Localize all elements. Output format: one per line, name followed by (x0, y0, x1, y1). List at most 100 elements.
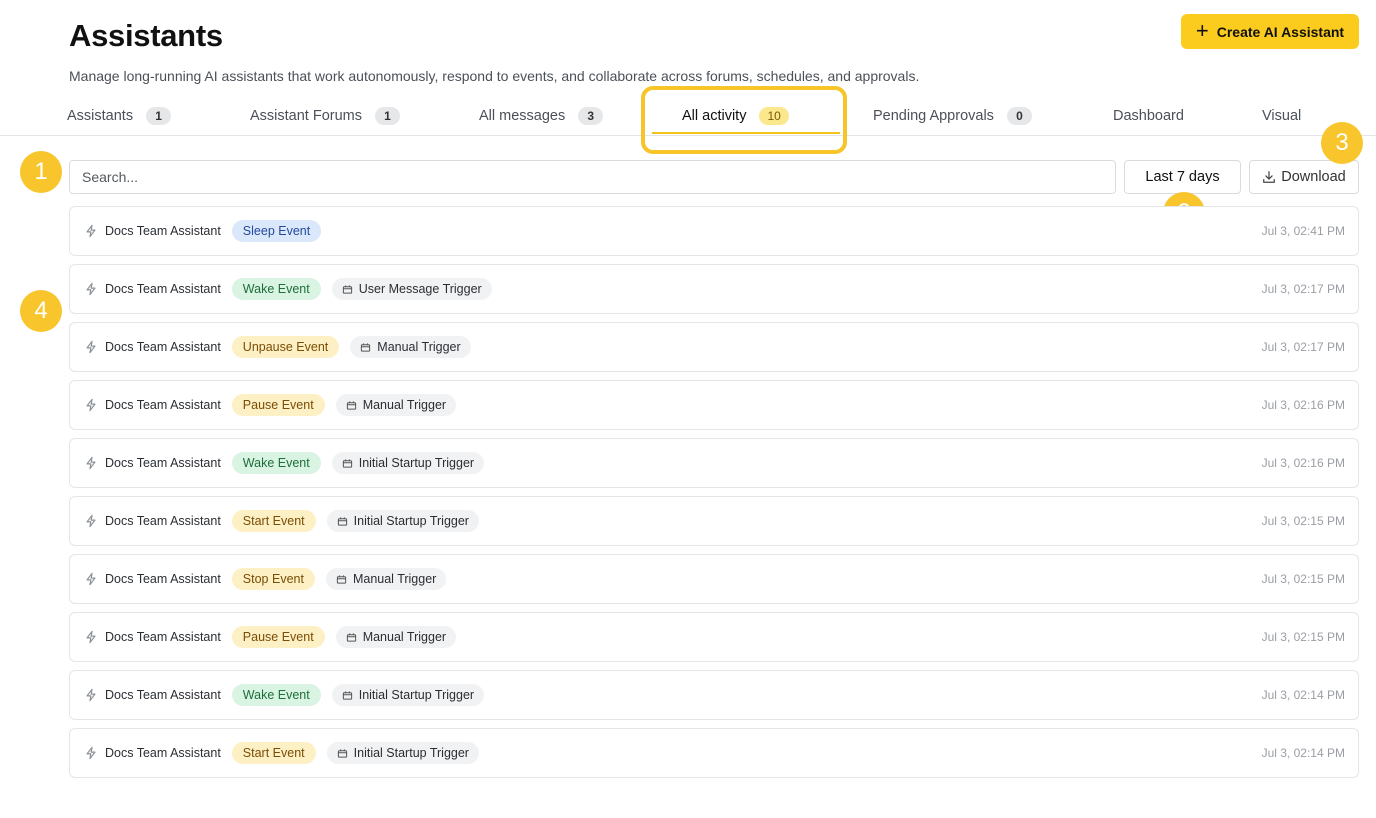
lightning-icon (84, 746, 98, 760)
tab-visual[interactable]: Visual (1262, 96, 1301, 136)
timestamp: Jul 3, 02:15 PM (1261, 630, 1345, 644)
download-button[interactable]: Download (1249, 160, 1359, 194)
tab-label: Assistants (67, 108, 134, 124)
calendar-icon (342, 690, 353, 701)
timestamp: Jul 3, 02:15 PM (1261, 514, 1345, 528)
lightning-icon (84, 398, 98, 412)
calendar-icon (342, 458, 353, 469)
event-badge: Pause Event (231, 394, 325, 416)
trigger-label: Initial Startup Trigger (353, 514, 469, 528)
timestamp: Jul 3, 02:41 PM (1261, 224, 1345, 238)
timestamp: Jul 3, 02:16 PM (1261, 398, 1345, 412)
tab-label: Assistant Forums (250, 108, 362, 124)
tab-label: Visual (1262, 108, 1302, 124)
calendar-icon (346, 400, 357, 411)
activity-row[interactable]: Docs Team Assistant Stop Event Manual Trig… (69, 554, 1359, 604)
lightning-icon (84, 224, 98, 238)
page-title: Assistants (69, 18, 223, 53)
timestamp: Jul 3, 02:17 PM (1261, 340, 1345, 354)
calendar-icon (337, 516, 348, 527)
trigger-badge: Manual Trigger (335, 394, 457, 416)
lightning-icon (84, 572, 98, 586)
download-icon (1263, 171, 1276, 183)
calendar-icon (346, 632, 357, 643)
event-badge: Wake Event (231, 278, 321, 300)
trigger-label: Manual Trigger (377, 340, 461, 354)
trigger-badge: Initial Startup Trigger (331, 684, 485, 706)
trigger-badge: Initial Startup Trigger (331, 452, 485, 474)
create-ai-assistant-button[interactable]: + Create AI Assistant (1181, 14, 1359, 49)
activity-row[interactable]: Docs Team Assistant Wake Event Initial Sta… (69, 670, 1359, 720)
event-badge: Wake Event (231, 684, 321, 706)
tab-pending-approvals[interactable]: Pending Approvals 0 (873, 96, 1032, 136)
trigger-badge: Initial Startup Trigger (326, 742, 479, 764)
trigger-badge: Manual Trigger (335, 626, 457, 648)
active-tab-highlight-box (641, 86, 847, 154)
lightning-icon (84, 514, 98, 528)
activity-row[interactable]: Docs Team Assistant Sleep Event Jul 3, 02:… (69, 206, 1359, 256)
trigger-label: User Message Trigger (358, 282, 482, 296)
assistant-name: Docs Team Assistant (105, 746, 221, 760)
step-marker-1: 1 (20, 151, 62, 193)
activity-row[interactable]: Docs Team Assistant Start Event Initial St… (69, 728, 1359, 778)
assistant-name: Docs Team Assistant (105, 572, 221, 586)
tab-assistants[interactable]: Assistants 1 (67, 96, 172, 136)
activity-row[interactable]: Docs Team Assistant Wake Event Initial Sta… (69, 438, 1359, 488)
calendar-icon (342, 284, 353, 295)
timestamp: Jul 3, 02:14 PM (1261, 746, 1345, 760)
event-badge: Wake Event (231, 452, 321, 474)
calendar-icon (360, 342, 371, 353)
calendar-icon (337, 748, 348, 759)
tab-count-badge: 1 (146, 107, 172, 125)
activity-row[interactable]: Docs Team Assistant Pause Event Manual Tri… (69, 380, 1359, 430)
trigger-label: Manual Trigger (352, 572, 437, 586)
assistant-name: Docs Team Assistant (105, 514, 221, 528)
tab-dashboard[interactable]: Dashboard (1113, 96, 1184, 136)
plus-icon: + (1195, 17, 1209, 43)
tab-all-messages[interactable]: All messages 3 (479, 96, 604, 136)
timestamp: Jul 3, 02:16 PM (1261, 456, 1345, 470)
assistant-name: Docs Team Assistant (105, 340, 221, 354)
assistant-name: Docs Team Assistant (105, 688, 221, 702)
event-badge: Unpause Event (231, 336, 340, 358)
activity-row[interactable]: Docs Team Assistant Unpause Event Manual T… (69, 322, 1359, 372)
tab-count-badge: 3 (578, 107, 604, 125)
timestamp: Jul 3, 02:14 PM (1261, 688, 1345, 702)
event-badge: Start Event (231, 510, 316, 532)
lightning-icon (84, 340, 98, 354)
tab-label: Dashboard (1113, 108, 1184, 124)
activity-row[interactable]: Docs Team Assistant Wake Event User Messag… (69, 264, 1359, 314)
event-badge: Sleep Event (231, 220, 322, 242)
search-input[interactable] (69, 160, 1116, 194)
step-marker-3: 3 (1321, 122, 1363, 164)
assistant-name: Docs Team Assistant (105, 630, 221, 644)
trigger-badge: Initial Startup Trigger (326, 510, 479, 532)
event-badge: Start Event (231, 742, 316, 764)
trigger-label: Initial Startup Trigger (358, 688, 475, 702)
trigger-label: Initial Startup Trigger (353, 746, 469, 760)
date-range-select[interactable]: Last 7 days (1124, 160, 1241, 194)
trigger-label: Manual Trigger (362, 630, 447, 644)
activity-row[interactable]: Docs Team Assistant Pause Event Manual Tri… (69, 612, 1359, 662)
create-button-label: Create AI Assistant (1216, 23, 1345, 40)
trigger-badge: Manual Trigger (325, 568, 447, 590)
assistant-name: Docs Team Assistant (105, 224, 221, 238)
lightning-icon (84, 456, 98, 470)
event-badge: Pause Event (231, 626, 325, 648)
lightning-icon (84, 688, 98, 702)
download-label: Download (1281, 169, 1346, 185)
activity-row[interactable]: Docs Team Assistant Start Event Initial St… (69, 496, 1359, 546)
tab-count-badge: 1 (375, 107, 400, 125)
trigger-badge: User Message Trigger (331, 278, 492, 300)
lightning-icon (84, 282, 98, 296)
timestamp: Jul 3, 02:15 PM (1261, 572, 1345, 586)
trigger-label: Initial Startup Trigger (358, 456, 475, 470)
calendar-icon (336, 574, 347, 585)
tab-label: All messages (479, 108, 566, 124)
trigger-label: Manual Trigger (362, 398, 447, 412)
assistant-name: Docs Team Assistant (105, 282, 221, 296)
lightning-icon (84, 630, 98, 644)
tab-label: Pending Approvals (873, 108, 994, 124)
tab-assistant-forums[interactable]: Assistant Forums 1 (250, 96, 400, 136)
tab-count-badge: 0 (1006, 107, 1032, 125)
